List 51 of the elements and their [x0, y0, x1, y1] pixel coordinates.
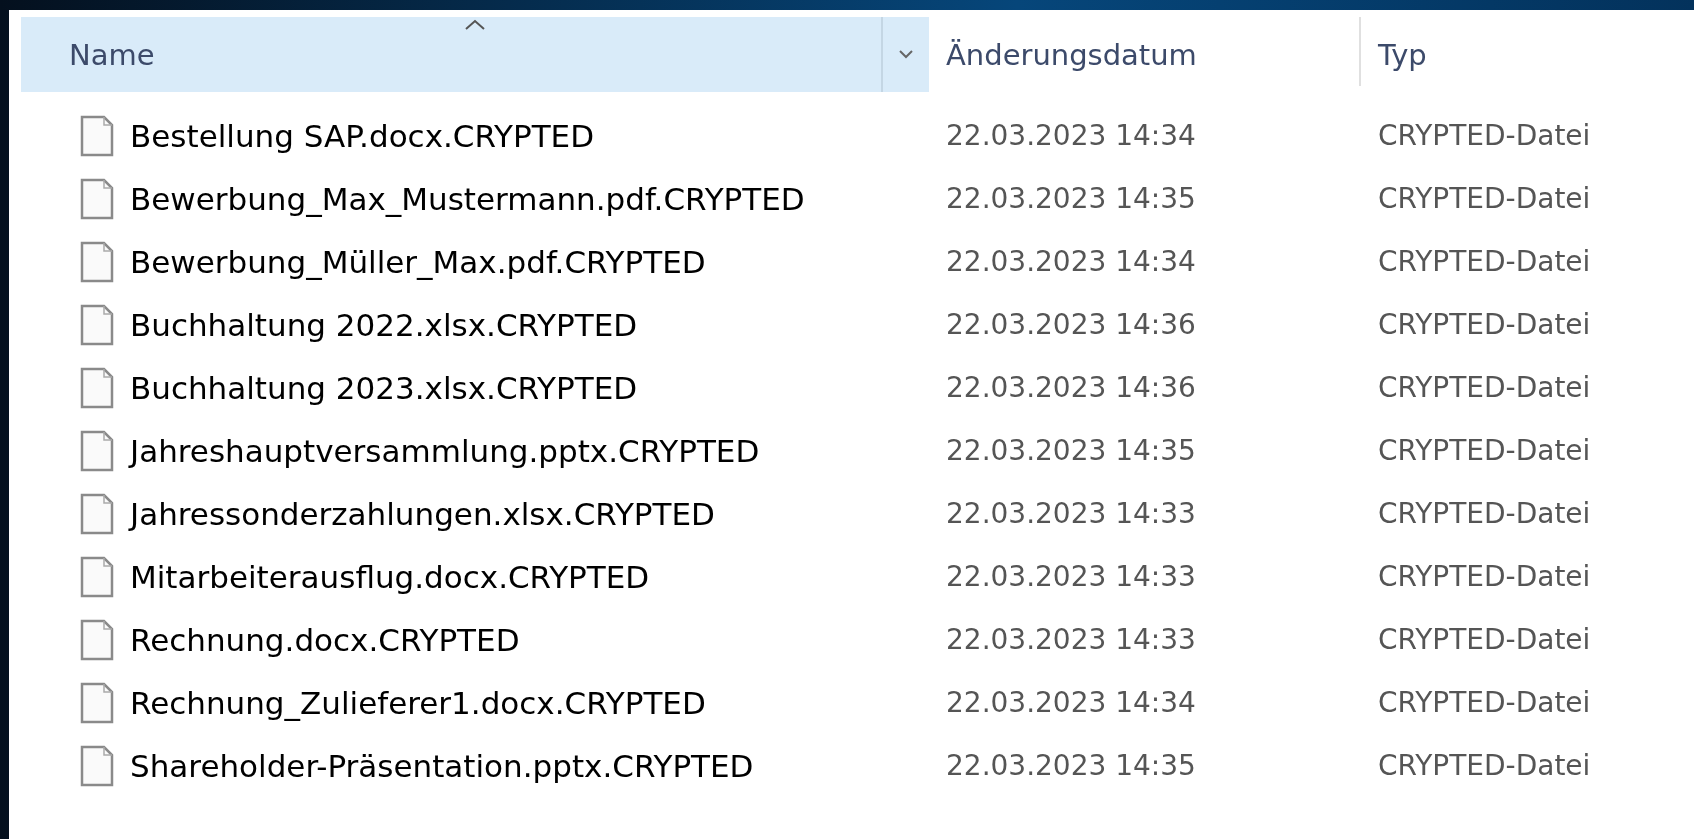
- file-name[interactable]: Buchhaltung 2023.xlsx.CRYPTED: [130, 369, 638, 406]
- file-name[interactable]: Jahressonderzahlungen.xlsx.CRYPTED: [130, 495, 715, 532]
- file-icon: [80, 114, 114, 157]
- file-name[interactable]: Buchhaltung 2022.xlsx.CRYPTED: [130, 306, 638, 343]
- chevron-down-icon[interactable]: [899, 50, 913, 59]
- file-name[interactable]: Rechnung_Zulieferer1.docx.CRYPTED: [130, 684, 706, 721]
- modified-date: 22.03.2023 14:36: [946, 371, 1197, 404]
- modified-date: 22.03.2023 14:35: [946, 749, 1197, 782]
- column-header[interactable]: Typ: [1361, 17, 1681, 92]
- modified-date: 22.03.2023 14:34: [946, 686, 1197, 719]
- column-label: Änderungsdatum: [946, 37, 1197, 72]
- file-icon: [80, 744, 114, 787]
- file-type: CRYPTED-Datei: [1378, 623, 1591, 656]
- file-icon: [80, 366, 114, 409]
- file-icon: [80, 618, 114, 661]
- file-icon: [80, 240, 114, 283]
- file-type: CRYPTED-Datei: [1378, 434, 1591, 467]
- modified-date: 22.03.2023 14:33: [946, 497, 1197, 530]
- column-label: Typ: [1378, 37, 1427, 72]
- file-type: CRYPTED-Datei: [1378, 749, 1591, 782]
- modified-date: 22.03.2023 14:33: [946, 560, 1197, 593]
- file-type: CRYPTED-Datei: [1378, 182, 1591, 215]
- modified-date: 22.03.2023 14:35: [946, 434, 1197, 467]
- file-type: CRYPTED-Datei: [1378, 308, 1591, 341]
- file-type: CRYPTED-Datei: [1378, 560, 1591, 593]
- modified-date: 22.03.2023 14:34: [946, 119, 1197, 152]
- modified-date: 22.03.2023 14:33: [946, 623, 1197, 656]
- file-name[interactable]: Shareholder-Präsentation.pptx.CRYPTED: [130, 747, 754, 784]
- file-icon: [80, 303, 114, 346]
- file-icon: [80, 492, 114, 535]
- file-icon: [80, 177, 114, 220]
- file-type: CRYPTED-Datei: [1378, 119, 1591, 152]
- file-name[interactable]: Bewerbung_Max_Mustermann.pdf.CRYPTED: [130, 180, 805, 217]
- column-label: Name: [68, 37, 155, 72]
- file-type: CRYPTED-Datei: [1378, 245, 1591, 278]
- file-name[interactable]: Rechnung.docx.CRYPTED: [130, 621, 520, 658]
- file-type: CRYPTED-Datei: [1378, 371, 1591, 404]
- column-header[interactable]: Name: [21, 17, 929, 92]
- modified-date: 22.03.2023 14:34: [946, 245, 1197, 278]
- file-icon: [80, 555, 114, 598]
- column-header[interactable]: Änderungsdatum: [929, 17, 1359, 92]
- modified-date: 22.03.2023 14:35: [946, 182, 1197, 215]
- file-name[interactable]: Jahreshauptversammlung.pptx.CRYPTED: [130, 432, 760, 469]
- file-type: CRYPTED-Datei: [1378, 686, 1591, 719]
- file-name[interactable]: Bewerbung_Müller_Max.pdf.CRYPTED: [130, 243, 706, 280]
- file-type: CRYPTED-Datei: [1378, 497, 1591, 530]
- file-name[interactable]: Bestellung SAP.docx.CRYPTED: [130, 117, 595, 154]
- file-icon: [80, 429, 114, 472]
- modified-date: 22.03.2023 14:36: [946, 308, 1197, 341]
- file-icon: [80, 681, 114, 724]
- file-name[interactable]: Mitarbeiterausflug.docx.CRYPTED: [130, 558, 650, 595]
